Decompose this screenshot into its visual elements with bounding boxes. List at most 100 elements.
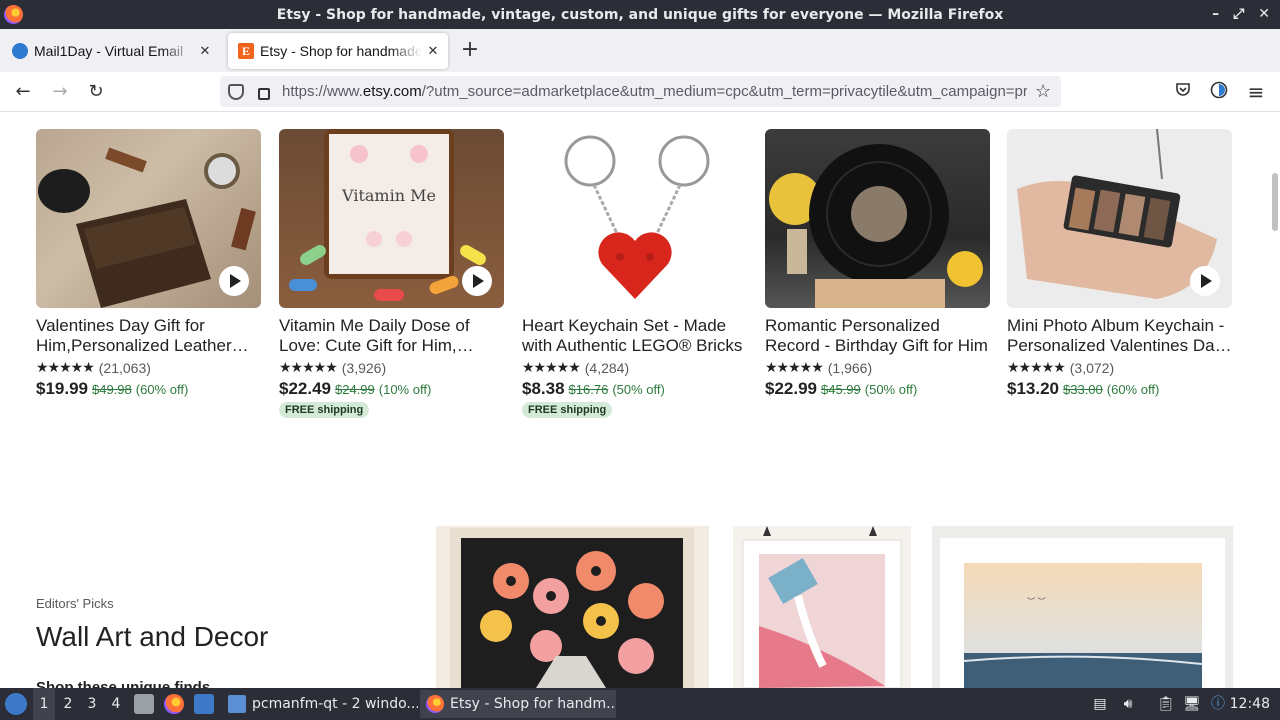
product-title[interactable]: Vitamin Me Daily Dose of Love: Cute Gift…	[279, 316, 505, 356]
clipboard-icon[interactable]: 📋︎	[1156, 694, 1176, 714]
sale-price: $19.99	[36, 379, 88, 398]
review-count: (4,284)	[584, 359, 630, 376]
tab-etsy[interactable]: E Etsy - Shop for handmade ✕	[228, 33, 448, 69]
workspace-4[interactable]: 4	[105, 688, 127, 720]
art-image-flowers[interactable]	[436, 526, 709, 688]
new-tab-button[interactable]: +	[458, 38, 482, 62]
discount: (60% off)	[135, 382, 189, 397]
product-image-record[interactable]	[765, 129, 990, 308]
firefox-logo-icon	[4, 5, 23, 24]
close-tab-icon[interactable]: ✕	[194, 43, 216, 59]
product-rating: ★★★★★ (3,926)	[279, 359, 505, 376]
review-count: (3,926)	[341, 359, 387, 376]
product-image-wallet[interactable]	[36, 129, 261, 308]
original-price: $33.00	[1063, 382, 1103, 397]
product-card[interactable]: Romantic Personalized Record - Birthday …	[765, 129, 991, 399]
art-image-seascape[interactable]: ︶ ︶	[932, 526, 1233, 688]
task-pcmanfm[interactable]: pcmanfm-qt - 2 windo...	[222, 690, 418, 718]
original-price: $45.99	[821, 382, 861, 397]
free-shipping-badge: FREE shipping	[279, 402, 370, 418]
art-image-bath[interactable]	[733, 526, 911, 688]
editors-picks-kicker: Editors' Picks	[36, 596, 114, 611]
desktop-launcher-icon[interactable]	[194, 694, 214, 714]
rating-stars-icon: ★★★★★	[522, 359, 581, 375]
product-image-vitamin-jar[interactable]: Vitamin Me	[279, 129, 504, 308]
play-video-icon[interactable]	[462, 266, 492, 296]
tray-storage-icon[interactable]: ▤	[1090, 694, 1110, 714]
rating-stars-icon: ★★★★★	[765, 359, 824, 375]
product-image-heart-keychain[interactable]	[522, 129, 747, 308]
product-title[interactable]: Heart Keychain Set - Made with Authentic…	[522, 316, 748, 356]
etsy-favicon-icon: E	[238, 43, 254, 59]
product-card[interactable]: Mini Photo Album Keychain - Personalized…	[1007, 129, 1233, 399]
page-scrollbar[interactable]	[1272, 173, 1278, 231]
svg-text:︶ ︶: ︶ ︶	[1027, 596, 1046, 606]
back-button[interactable]: ←	[11, 80, 35, 104]
task-firefox[interactable]: Etsy - Shop for handm...	[420, 690, 616, 718]
bookmark-star-icon[interactable]: ☆	[1035, 81, 1051, 102]
price-line: $22.49 $24.99 (10% off)	[279, 379, 505, 399]
url-scheme: https://www.	[282, 83, 363, 100]
task-label: Etsy - Shop for handm...	[450, 696, 616, 712]
product-title[interactable]: Valentines Day Gift for Him,Personalized…	[36, 316, 262, 356]
product-rating: ★★★★★ (21,063)	[36, 359, 262, 376]
lock-icon[interactable]	[258, 87, 270, 100]
maximize-button[interactable]: ⤢	[1233, 6, 1244, 22]
update-notifier-icon[interactable]: ⓘ	[1208, 694, 1228, 714]
url-domain: etsy.com	[362, 83, 422, 100]
account-sync-icon[interactable]	[1208, 81, 1230, 103]
product-rating: ★★★★★ (4,284)	[522, 359, 748, 376]
firefox-launcher-icon[interactable]	[164, 694, 184, 714]
product-title[interactable]: Romantic Personalized Record - Birthday …	[765, 316, 991, 356]
review-count: (1,966)	[827, 359, 873, 376]
network-icon[interactable]: 🖥︎	[1182, 694, 1202, 714]
sale-price: $8.38	[522, 379, 565, 398]
start-menu-icon[interactable]	[5, 693, 27, 715]
workspace-3[interactable]: 3	[81, 688, 103, 720]
forward-button[interactable]: →	[48, 80, 72, 104]
rating-stars-icon: ★★★★★	[36, 359, 95, 375]
tracking-protection-shield-icon[interactable]	[228, 83, 244, 100]
discount: (10% off)	[378, 382, 432, 397]
url-path: /?utm_source=admarketplace&utm_medium=cp…	[421, 83, 1027, 100]
product-card[interactable]: Valentines Day Gift for Him,Personalized…	[36, 129, 262, 399]
tab-mail1day[interactable]: Mail1Day - Virtual Email ✕	[2, 33, 220, 69]
workspace-2[interactable]: 2	[57, 688, 79, 720]
product-image-photo-album-keychain[interactable]	[1007, 129, 1232, 308]
close-tab-icon[interactable]: ✕	[422, 43, 444, 59]
svg-text:Vitamin Me: Vitamin Me	[341, 186, 436, 205]
product-title[interactable]: Mini Photo Album Keychain - Personalized…	[1007, 316, 1233, 356]
play-video-icon[interactable]	[219, 266, 249, 296]
tab-title: Mail1Day - Virtual Email	[34, 43, 184, 59]
clock[interactable]: 12:48	[1230, 688, 1270, 720]
sale-price: $22.99	[765, 379, 817, 398]
product-card[interactable]: Vitamin Me Vitamin Me Daily Dose of Love…	[279, 129, 505, 418]
app-menu-icon[interactable]: ≡	[1245, 81, 1267, 103]
task-label: pcmanfm-qt - 2 windo...	[252, 696, 418, 712]
price-line: $22.99 $45.99 (50% off)	[765, 379, 991, 399]
window-titlebar: Etsy - Shop for handmade, vintage, custo…	[0, 0, 1280, 29]
minimize-button[interactable]: –	[1212, 6, 1219, 22]
page-content: Valentines Day Gift for Him,Personalized…	[0, 113, 1280, 688]
close-window-button[interactable]: ✕	[1258, 6, 1270, 22]
folder-icon	[228, 695, 246, 713]
shop-finds-link[interactable]: Shop these unique finds →	[36, 679, 229, 688]
play-video-icon[interactable]	[1190, 266, 1220, 296]
mail1day-favicon-icon	[12, 43, 28, 59]
volume-icon[interactable]: 🔊︎	[1118, 694, 1138, 714]
product-card[interactable]: Heart Keychain Set - Made with Authentic…	[522, 129, 748, 418]
discount: (50% off)	[864, 382, 918, 397]
url-text[interactable]: https://www.etsy.com/?utm_source=admarke…	[282, 83, 1027, 100]
price-line: $13.20 $33.00 (60% off)	[1007, 379, 1233, 399]
review-count: (21,063)	[98, 359, 151, 376]
url-bar[interactable]: https://www.etsy.com/?utm_source=admarke…	[220, 76, 1061, 107]
discount: (50% off)	[612, 382, 665, 397]
taskbar: 1 2 3 4 pcmanfm-qt - 2 windo... Etsy - S…	[0, 688, 1280, 720]
file-manager-launcher-icon[interactable]	[134, 694, 154, 714]
workspace-1[interactable]: 1	[33, 688, 55, 720]
tab-title: Etsy - Shop for handmade	[260, 43, 422, 59]
firefox-icon	[426, 695, 444, 713]
reload-button[interactable]: ↻	[84, 80, 108, 104]
original-price: $24.99	[335, 382, 375, 397]
pocket-icon[interactable]	[1172, 81, 1194, 103]
